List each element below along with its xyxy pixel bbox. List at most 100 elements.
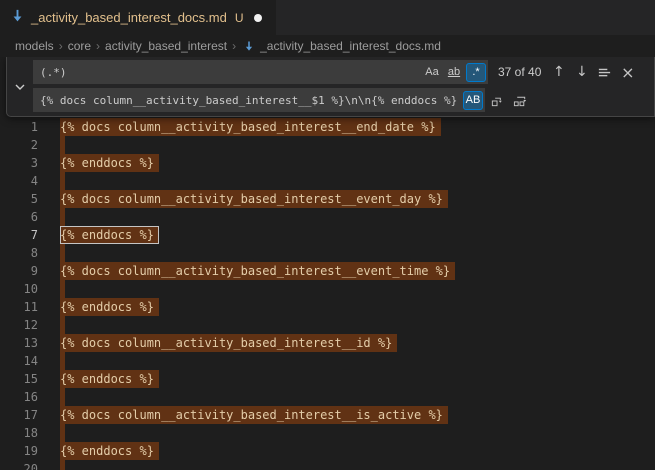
line-number: 12 bbox=[0, 316, 38, 334]
line-text: {% enddocs %} bbox=[60, 226, 159, 244]
find-replace-widget: Aa ab .* 37 of 40 ↑ ↓ × bbox=[6, 57, 655, 117]
replace-all-button[interactable] bbox=[510, 90, 531, 111]
code-line[interactable]: 9 {% docs column__activity_based_interest… bbox=[0, 262, 655, 280]
line-text bbox=[60, 172, 65, 190]
line-number: 11 bbox=[0, 298, 38, 316]
find-match-empty-line bbox=[60, 208, 65, 226]
line-number: 6 bbox=[0, 208, 38, 226]
code-line[interactable]: 8 bbox=[0, 244, 655, 262]
line-text bbox=[60, 424, 65, 442]
code-line[interactable]: 17 {% docs column__activity_based_interes… bbox=[0, 406, 655, 424]
close-icon[interactable]: × bbox=[617, 62, 638, 83]
current-find-match: {% enddocs %} bbox=[60, 226, 159, 244]
line-number: 15 bbox=[0, 370, 38, 388]
code-line[interactable]: 16 bbox=[0, 388, 655, 406]
code-line[interactable]: 13{% docs column__activity_based_interes… bbox=[0, 334, 655, 352]
line-text bbox=[60, 388, 65, 406]
replace-input[interactable] bbox=[40, 94, 461, 107]
line-number: 8 bbox=[0, 244, 38, 262]
find-row: Aa ab .* 37 of 40 ↑ ↓ × bbox=[33, 60, 650, 84]
replace-row: AB bbox=[33, 88, 650, 112]
line-text: {% enddocs %} bbox=[60, 442, 159, 460]
replace-button[interactable] bbox=[487, 90, 508, 111]
toggle-replace-button[interactable] bbox=[9, 57, 30, 116]
line-number: 4 bbox=[0, 172, 38, 190]
line-text: {% enddocs %} bbox=[60, 298, 159, 316]
results-count: 37 of 40 bbox=[498, 65, 541, 79]
code-line[interactable]: 6 bbox=[0, 208, 655, 226]
code-line[interactable]: 5{% docs column__activity_based_interest… bbox=[0, 190, 655, 208]
code-line[interactable]: 4 bbox=[0, 172, 655, 190]
tab-bar: _activity_based_interest_docs.md U bbox=[0, 0, 655, 35]
breadcrumb-item-file[interactable]: _activity_based_interest_docs.md bbox=[260, 39, 441, 53]
line-number: 14 bbox=[0, 352, 38, 370]
line-number: 18 bbox=[0, 424, 38, 442]
code-line[interactable]: 14 bbox=[0, 352, 655, 370]
find-match-empty-line bbox=[60, 244, 65, 262]
breadcrumb-item-activity-based-interest[interactable]: activity_based_interest bbox=[105, 39, 227, 53]
line-number: 7 bbox=[0, 226, 38, 244]
line-text: {% docs column__activity_based_interest_… bbox=[60, 190, 448, 208]
find-match-empty-line bbox=[60, 424, 65, 442]
tab-filename: _activity_based_interest_docs.md bbox=[31, 10, 227, 25]
code-line[interactable]: 18 bbox=[0, 424, 655, 442]
find-match-empty-line bbox=[60, 280, 65, 298]
preserve-case-button[interactable]: AB bbox=[463, 91, 483, 110]
find-match: {% docs column__activity_based_interest_… bbox=[60, 118, 441, 136]
line-text bbox=[60, 244, 65, 262]
code-line[interactable]: 1 {% docs column__activity_based_interest… bbox=[0, 118, 655, 136]
find-match: {% docs column__activity_based_interest_… bbox=[60, 190, 448, 208]
breadcrumb-item-core[interactable]: core bbox=[68, 39, 91, 53]
code-area: 1 {% docs column__activity_based_interest… bbox=[0, 57, 655, 470]
whole-word-button[interactable]: ab bbox=[444, 63, 464, 82]
editor: Aa ab .* 37 of 40 ↑ ↓ × bbox=[0, 57, 655, 470]
match-case-button[interactable]: Aa bbox=[422, 63, 442, 82]
code-line[interactable]: 15{% enddocs %} bbox=[0, 370, 655, 388]
vscode-window: _activity_based_interest_docs.md U model… bbox=[0, 0, 655, 470]
find-match: {% enddocs %} bbox=[60, 154, 159, 172]
code-line[interactable]: 2 bbox=[0, 136, 655, 154]
markdown-file-icon bbox=[243, 40, 255, 52]
line-text: {% docs column__activity_based_interest_… bbox=[60, 118, 441, 136]
find-input[interactable] bbox=[40, 66, 420, 79]
git-status-badge: U bbox=[235, 11, 244, 25]
line-text bbox=[60, 460, 65, 470]
find-match: {% docs column__activity_based_interest_… bbox=[60, 406, 448, 424]
previous-match-button[interactable]: ↑ bbox=[548, 62, 569, 83]
find-match: {% enddocs %} bbox=[60, 442, 159, 460]
line-number: 10 bbox=[0, 280, 38, 298]
find-match-empty-line bbox=[60, 316, 65, 334]
find-match: {% docs column__activity_based_interest_… bbox=[60, 334, 397, 352]
code-line[interactable]: 20 bbox=[0, 460, 655, 470]
code-line[interactable]: 7 {% enddocs %} bbox=[0, 226, 655, 244]
line-number: 1 bbox=[0, 118, 38, 136]
line-number: 16 bbox=[0, 388, 38, 406]
find-match-empty-line bbox=[60, 388, 65, 406]
line-number: 9 bbox=[0, 262, 38, 280]
line-text bbox=[60, 280, 65, 298]
find-match-empty-line bbox=[60, 460, 65, 470]
markdown-file-icon bbox=[10, 8, 25, 28]
code-line[interactable]: 19 {% enddocs %} bbox=[0, 442, 655, 460]
line-text bbox=[60, 208, 65, 226]
next-match-button[interactable]: ↓ bbox=[571, 62, 592, 83]
find-match: {% docs column__activity_based_interest_… bbox=[60, 262, 455, 280]
find-match-empty-line bbox=[60, 352, 65, 370]
code-line[interactable]: 11 {% enddocs %} bbox=[0, 298, 655, 316]
code-line[interactable]: 12 bbox=[0, 316, 655, 334]
unsaved-changes-dot[interactable] bbox=[254, 14, 262, 22]
breadcrumb: models › core › activity_based_interest … bbox=[0, 35, 655, 57]
line-number: 17 bbox=[0, 406, 38, 424]
code-line[interactable]: 10 bbox=[0, 280, 655, 298]
line-text bbox=[60, 316, 65, 334]
tab-activity-docs[interactable]: _activity_based_interest_docs.md U bbox=[0, 0, 276, 35]
line-number: 2 bbox=[0, 136, 38, 154]
code-line[interactable]: 3{% enddocs %} bbox=[0, 154, 655, 172]
find-match: {% enddocs %} bbox=[60, 298, 159, 316]
breadcrumb-item-models[interactable]: models bbox=[15, 39, 54, 53]
breadcrumb-separator: › bbox=[96, 39, 100, 53]
find-in-selection-button[interactable] bbox=[594, 62, 615, 83]
regex-button[interactable]: .* bbox=[466, 63, 486, 82]
line-text: {% docs column__activity_based_interest_… bbox=[60, 262, 455, 280]
line-number: 19 bbox=[0, 442, 38, 460]
